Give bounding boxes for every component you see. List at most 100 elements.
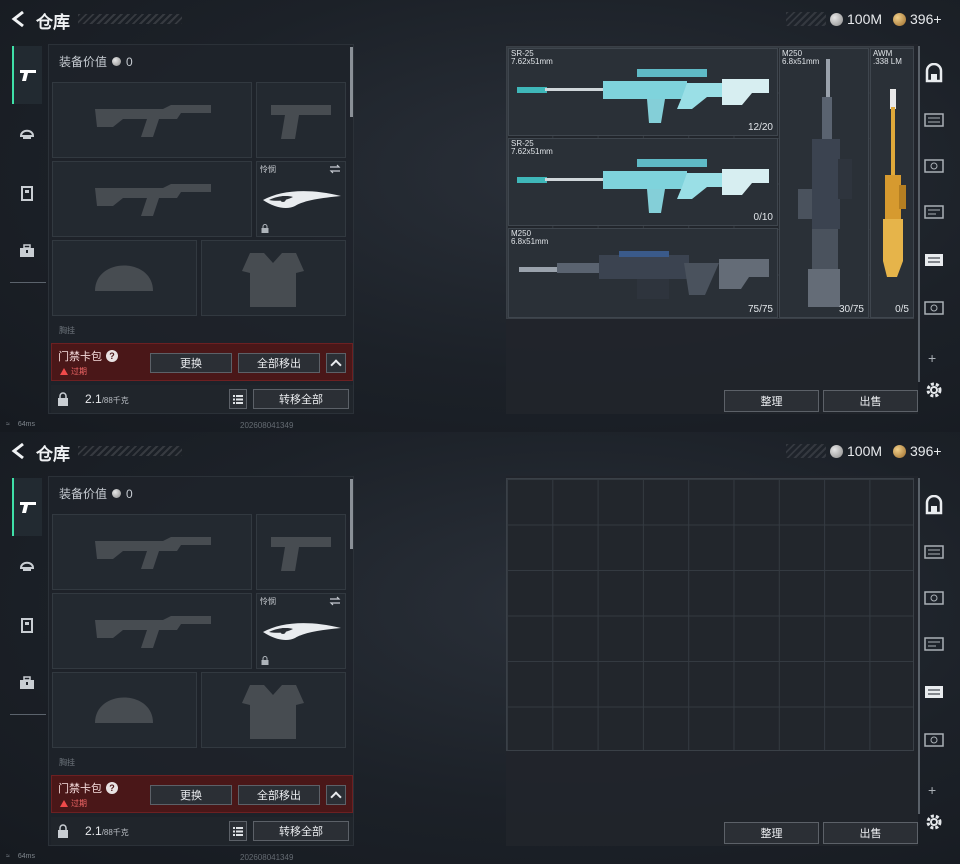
plus-icon[interactable]: + xyxy=(928,782,936,798)
swap-icon[interactable] xyxy=(329,164,341,174)
warning-icon xyxy=(60,800,68,807)
armor-slot[interactable] xyxy=(201,240,346,316)
primary-weapon-slot[interactable] xyxy=(52,82,252,158)
storage-main-tab[interactable] xyxy=(922,62,946,84)
sidearm-slot[interactable] xyxy=(256,514,346,590)
storage-case-tab-2[interactable] xyxy=(922,586,946,608)
remove-all-button[interactable]: 全部移出 xyxy=(238,785,320,805)
storage-case-tab-1[interactable] xyxy=(922,540,946,562)
tab-items[interactable] xyxy=(12,668,42,698)
warehouse-screen-1: 仓库 100M 396+ 装备价值 0 怜悯 胸挂 门禁卡包 ? 过期 更换 全… xyxy=(0,0,960,432)
storage-grid[interactable] xyxy=(506,478,914,751)
silver-currency[interactable]: 100M xyxy=(830,442,882,460)
ping-value: 64ms xyxy=(17,853,35,860)
ammo-count: 75/75 xyxy=(747,304,773,315)
sell-button[interactable]: 出售 xyxy=(823,822,918,844)
build-timestamp: 202608041349 xyxy=(240,421,294,430)
tab-weapons[interactable] xyxy=(12,478,42,536)
chest-rig-label: 胸挂 xyxy=(59,758,75,767)
keycard-case-row: 门禁卡包 ? 过期 更换 全部移出 xyxy=(51,343,353,381)
chevron-up-icon xyxy=(330,791,342,803)
storage-case-tab-4[interactable] xyxy=(922,248,946,270)
replace-button[interactable]: 更换 xyxy=(150,785,232,805)
storage-main-tab[interactable] xyxy=(922,494,946,516)
replace-button[interactable]: 更换 xyxy=(150,353,232,373)
storage-grid[interactable]: SR-25 7.62x51mm 12/20 SR-25 7.62x51mm 0/10 M25… xyxy=(506,46,914,319)
ammo-count: 0/5 xyxy=(895,304,909,315)
carry-weight-capacity: /88千克 xyxy=(101,396,129,405)
toolbox-icon xyxy=(20,676,34,689)
collapse-button[interactable] xyxy=(326,785,346,805)
lock-icon[interactable] xyxy=(57,824,69,838)
storage-item[interactable]: M250 6.8x51mm 75/75 xyxy=(508,228,778,318)
vest-silhouette-icon xyxy=(242,253,304,307)
storage-rail-scrollbar[interactable] xyxy=(918,478,920,814)
loadout-scrollbar[interactable] xyxy=(350,479,353,549)
back-icon[interactable] xyxy=(10,442,28,460)
helmet-slot[interactable] xyxy=(52,240,197,316)
weapon-caliber: 7.62x51mm xyxy=(511,57,553,66)
m250-machine-gun-icon xyxy=(519,251,769,299)
gold-currency[interactable]: 396+ xyxy=(893,442,942,460)
storage-case-tab-3[interactable] xyxy=(922,200,946,222)
storage-item[interactable]: SR-25 7.62x51mm 0/10 xyxy=(508,138,778,226)
plus-icon[interactable]: + xyxy=(928,350,936,366)
tab-vest[interactable] xyxy=(12,610,42,640)
left-category-rail xyxy=(8,44,48,294)
sidearm-slot[interactable] xyxy=(256,82,346,158)
back-icon[interactable] xyxy=(10,10,28,28)
storage-case-tab-4[interactable] xyxy=(922,680,946,702)
remove-all-button[interactable]: 全部移出 xyxy=(238,353,320,373)
storage-case-tab-2[interactable] xyxy=(922,154,946,176)
primary-weapon-slot[interactable] xyxy=(52,514,252,590)
tab-weapons[interactable] xyxy=(12,46,42,104)
carry-weight-value: 2.1 xyxy=(85,824,102,838)
secondary-weapon-slot[interactable] xyxy=(52,161,252,237)
transfer-all-button[interactable]: 转移全部 xyxy=(253,389,349,409)
helmet-silhouette-icon xyxy=(95,265,153,291)
sell-button[interactable]: 出售 xyxy=(823,390,918,412)
help-icon[interactable]: ? xyxy=(106,782,118,794)
weapon-caliber: 6.8x51mm xyxy=(511,237,549,246)
silver-currency[interactable]: 100M xyxy=(830,10,882,28)
build-timestamp: 202608041349 xyxy=(240,853,294,862)
tab-vest[interactable] xyxy=(12,178,42,208)
armor-slot[interactable] xyxy=(201,672,346,748)
help-icon[interactable]: ? xyxy=(106,350,118,362)
storage-item[interactable]: M250 6.8x51mm 30/75 xyxy=(779,48,869,318)
sr25-rifle-icon xyxy=(517,159,769,213)
pistol-silhouette-icon xyxy=(271,537,331,571)
helmet-slot[interactable] xyxy=(52,672,197,748)
sort-button[interactable]: 整理 xyxy=(724,822,819,844)
loadout-scrollbar[interactable] xyxy=(350,47,353,117)
storage-item[interactable]: AWM .338 LM 0/5 xyxy=(870,48,914,318)
pistol-icon xyxy=(20,502,36,513)
tab-helmet[interactable] xyxy=(12,550,42,580)
status-bar: ≈ 64ms xyxy=(6,421,35,428)
storage-case-tab-1[interactable] xyxy=(922,108,946,130)
melee-slot[interactable]: 怜悯 xyxy=(256,593,346,669)
tab-helmet[interactable] xyxy=(12,118,42,148)
storage-case-tab-3[interactable] xyxy=(922,632,946,654)
list-view-button[interactable] xyxy=(229,821,247,841)
storage-item[interactable]: SR-25 7.62x51mm 12/20 xyxy=(508,48,778,136)
transfer-all-button[interactable]: 转移全部 xyxy=(253,821,349,841)
title-decoration xyxy=(78,14,182,24)
storage-rail-scrollbar[interactable] xyxy=(918,46,920,382)
storage-case-icon xyxy=(925,686,943,698)
storage-case-tab-5[interactable] xyxy=(922,728,946,750)
sort-button[interactable]: 整理 xyxy=(724,390,819,412)
storage-case-tab-5[interactable] xyxy=(922,296,946,318)
secondary-weapon-slot[interactable] xyxy=(52,593,252,669)
gear-icon[interactable] xyxy=(924,380,944,400)
swap-icon[interactable] xyxy=(329,596,341,606)
melee-slot[interactable]: 怜悯 xyxy=(256,161,346,237)
wifi-icon: ≈ xyxy=(6,853,10,860)
lock-icon[interactable] xyxy=(57,392,69,406)
gear-icon[interactable] xyxy=(924,812,944,832)
equipment-value-amount: 0 xyxy=(126,486,133,501)
collapse-button[interactable] xyxy=(326,353,346,373)
list-view-button[interactable] xyxy=(229,389,247,409)
gold-currency[interactable]: 396+ xyxy=(893,10,942,28)
tab-items[interactable] xyxy=(12,236,42,266)
